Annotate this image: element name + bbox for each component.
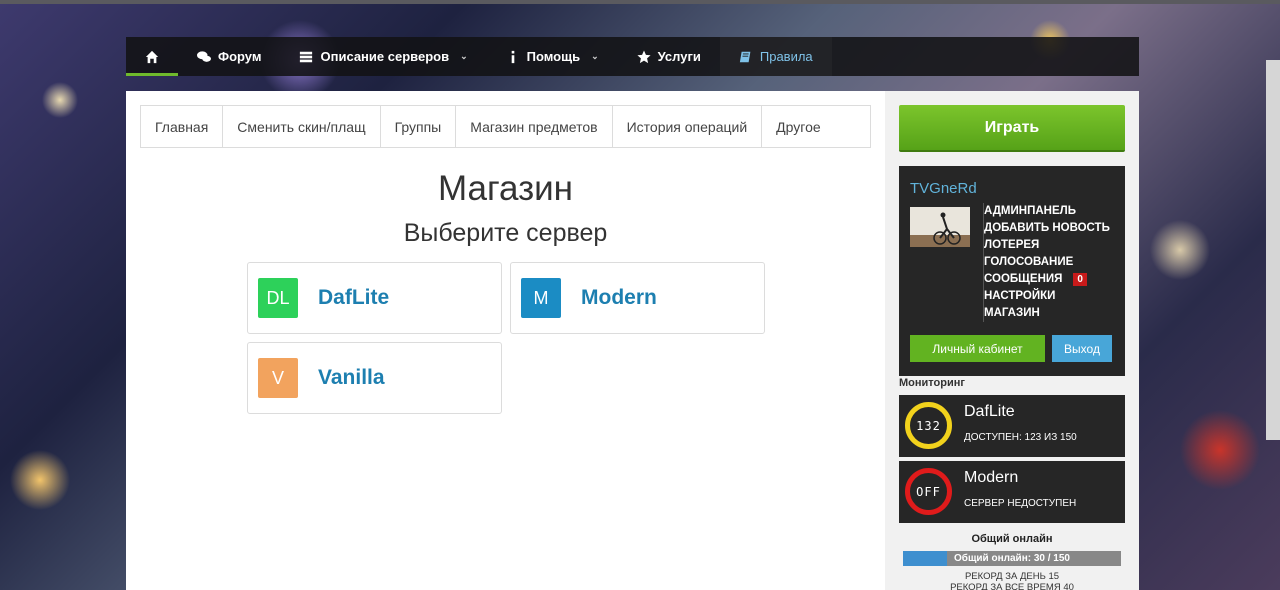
server-card-daflite[interactable]: DL DafLite [247,262,502,334]
page-title: Магазин [437,169,573,208]
subnav-history[interactable]: История операций [613,106,763,147]
nav-forum[interactable]: Форум [178,37,280,76]
server-name: Modern [581,286,657,309]
comments-icon [197,50,211,62]
monitor-server-name: DafLite [964,403,1015,420]
subnav-item-shop[interactable]: Магазин предметов [456,106,613,147]
logout-button[interactable]: Выход [1052,335,1112,362]
server-badge: M [521,278,561,318]
nav-servers[interactable]: Описание серверов ⌄ [280,37,486,76]
subnav-change-skin[interactable]: Сменить скин/плащ [223,106,381,147]
link-lottery[interactable]: ЛОТЕРЕЯ [984,237,1039,254]
user-panel: TVGneRd АДМИНПАНЕЛЬ ДОБАВИТЬ НОВОСТЬ ЛОТ… [899,166,1125,376]
nav-servers-label: Описание серверов [320,49,450,64]
chevron-down-icon: ⌄ [460,51,468,61]
monitor-modern: OFF Modern СЕРВЕР НЕДОСТУПЕН [899,461,1125,523]
scrollbar-track[interactable] [1266,60,1280,440]
server-name: Vanilla [318,366,385,389]
server-name: DafLite [318,286,390,309]
nav-home[interactable] [126,37,178,76]
monitor-server-status: ДОСТУПЕН: 123 ИЗ 150 [964,432,1077,443]
record-all-time: РЕКОРД ЗА ВСЕ ВРЕМЯ 40 [950,582,1074,590]
user-links: АДМИНПАНЕЛЬ ДОБАВИТЬ НОВОСТЬ ЛОТЕРЕЯ ГОЛ… [983,203,1116,322]
info-icon [511,50,514,63]
nav-rules-label: Правила [759,49,813,64]
username[interactable]: TVGneRd [910,180,977,197]
server-badge: DL [258,278,298,318]
main-panel: Главная Сменить скин/плащ Группы Магазин… [126,91,885,590]
nav-services[interactable]: Услуги [618,37,720,76]
page-subtitle: Выберите сервер [403,219,608,247]
sidebar: Играть TVGneRd АДМИНПАНЕЛЬ ДОБАВИТЬ НОВО… [885,91,1139,590]
link-settings[interactable]: НАСТРОЙКИ [984,288,1055,305]
top-border [0,0,1280,4]
link-shop[interactable]: МАГАЗИН [984,305,1040,322]
total-online-text: Общий онлайн: 30 / 150 [954,553,1070,564]
link-add-news[interactable]: ДОБАВИТЬ НОВОСТЬ [984,220,1110,237]
server-icon [300,51,313,62]
monitoring-heading: Мониторинг [899,377,965,389]
subnav-home[interactable]: Главная [141,106,224,147]
server-card-modern[interactable]: M Modern [510,262,765,334]
record-day: РЕКОРД ЗА ДЕНЬ 15 [964,571,1060,582]
home-icon [145,50,159,63]
subnav-other[interactable]: Другое [762,106,834,147]
star-icon [637,49,651,63]
book-icon [739,51,751,62]
avatar-image [910,207,970,247]
main-nav: Форум Описание серверов ⌄ Помощь ⌄ Услуг… [126,37,1139,76]
online-gauge: 132 [905,402,952,449]
cabinet-subnav: Главная Сменить скин/плащ Группы Магазин… [140,105,871,148]
nav-help[interactable]: Помощь ⌄ [487,37,618,76]
link-voting[interactable]: ГОЛОСОВАНИЕ [984,254,1073,271]
monitor-server-name: Modern [964,469,1019,486]
monitor-daflite: 132 DafLite ДОСТУПЕН: 123 ИЗ 150 [899,395,1125,457]
avatar [910,207,970,247]
total-online-heading: Общий онлайн [971,533,1053,545]
link-admin-panel[interactable]: АДМИНПАНЕЛЬ [984,203,1076,220]
total-online-bar: Общий онлайн: 30 / 150 [903,551,1121,566]
chevron-down-icon: ⌄ [591,51,599,61]
offline-gauge: OFF [905,468,952,515]
monitor-server-status: СЕРВЕР НЕДОСТУПЕН [964,498,1077,509]
play-button[interactable]: Играть [899,105,1125,152]
nav-services-label: Услуги [657,49,701,64]
cabinet-button[interactable]: Личный кабинет [910,335,1045,362]
messages-badge: 0 [1073,273,1087,286]
nav-forum-label: Форум [218,49,262,64]
server-badge: V [258,358,298,398]
nav-rules[interactable]: Правила [719,37,832,76]
nav-help-label: Помощь [526,49,581,64]
subnav-groups[interactable]: Группы [381,106,457,147]
server-card-vanilla[interactable]: V Vanilla [247,342,502,414]
link-messages[interactable]: СООБЩЕНИЯ [984,271,1062,288]
